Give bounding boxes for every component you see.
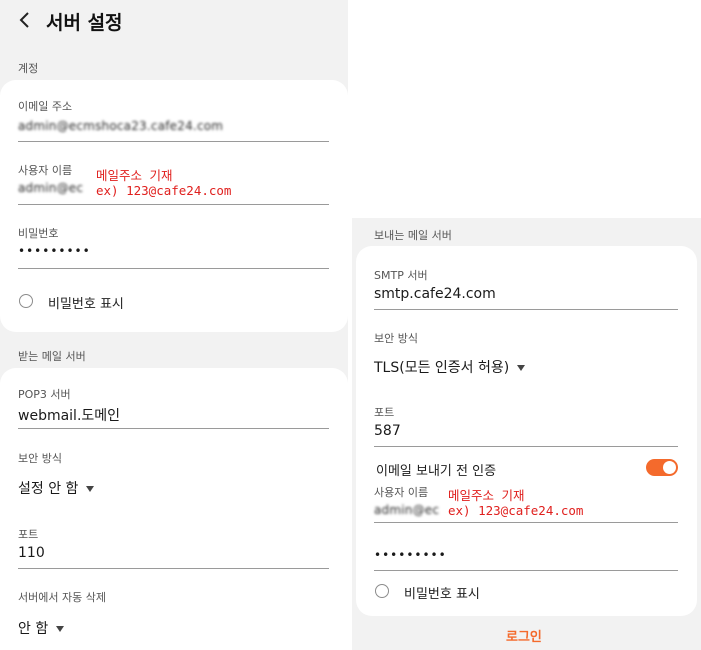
chevron-down-icon (517, 365, 526, 371)
outgoing-card: SMTP 서버 smtp.cafe24.com 보안 방식 TLS(모든 인증서… (356, 246, 697, 616)
outgoing-section-label: 보내는 메일 서버 (374, 229, 452, 242)
right-panel: 보내는 메일 서버 SMTP 서버 smtp.cafe24.com 보안 방식 … (352, 218, 701, 650)
incoming-port-field[interactable]: 110 (18, 545, 45, 561)
password-field[interactable]: ••••••••• (18, 244, 91, 258)
email-label: 이메일 주소 (18, 100, 73, 113)
toggle-knob (663, 461, 676, 474)
pop3-server-label: POP3 서버 (18, 388, 71, 401)
pop3-server-underline (18, 428, 329, 429)
account-card: 이메일 주소 admin@ecmshoca23.cafe24.com 사용자 이… (0, 80, 348, 332)
outgoing-port-field[interactable]: 587 (374, 423, 401, 439)
outgoing-show-password-label[interactable]: 비밀번호 표시 (404, 583, 480, 602)
outgoing-port-label: 포트 (374, 406, 395, 419)
outgoing-port-underline (374, 446, 678, 447)
pop3-server-field[interactable]: webmail.도메인 (18, 405, 120, 425)
outgoing-username-underline (374, 522, 678, 523)
smtp-server-underline (374, 309, 678, 310)
outgoing-username-note-line-2: ex) 123@cafe24.com (448, 503, 584, 518)
auto-delete-select[interactable]: 안 함 (18, 618, 65, 638)
login-button[interactable]: 로그인 (506, 626, 542, 645)
outgoing-password-underline (374, 570, 678, 571)
show-password-radio[interactable] (19, 294, 33, 308)
outgoing-show-password-radio[interactable] (375, 584, 389, 598)
outgoing-security-label: 보안 방식 (374, 332, 418, 345)
back-arrow-icon[interactable] (18, 11, 32, 29)
show-password-label[interactable]: 비밀번호 표시 (48, 293, 124, 312)
incoming-port-underline (18, 568, 329, 569)
outgoing-security-value: TLS(모든 인증서 허용) (374, 360, 510, 376)
smtp-server-field[interactable]: smtp.cafe24.com (374, 286, 496, 302)
incoming-port-label: 포트 (18, 528, 39, 541)
auto-delete-value: 안 함 (18, 621, 49, 637)
chevron-down-icon (86, 486, 95, 492)
username-underline (18, 204, 329, 205)
incoming-section-label: 받는 메일 서버 (18, 350, 86, 363)
password-underline (18, 268, 329, 269)
username-field[interactable]: admin@ec (18, 181, 83, 195)
account-section-label: 계정 (18, 62, 39, 75)
email-underline (18, 141, 329, 142)
outgoing-username-note-line-1: 메일주소 기재 (448, 488, 525, 503)
password-label: 비밀번호 (18, 227, 59, 240)
auth-before-send-toggle[interactable] (646, 459, 678, 476)
email-field[interactable]: admin@ecmshoca23.cafe24.com (18, 119, 223, 133)
incoming-security-value: 설정 안 함 (18, 481, 79, 497)
username-note: 메일주소 기재 ex) 123@cafe24.com (96, 168, 232, 198)
outgoing-username-note: 메일주소 기재 ex) 123@cafe24.com (448, 488, 584, 518)
incoming-security-label: 보안 방식 (18, 452, 62, 465)
outgoing-username-label: 사용자 이름 (374, 486, 429, 499)
username-note-line-2: ex) 123@cafe24.com (96, 183, 232, 198)
smtp-server-label: SMTP 서버 (374, 269, 428, 282)
outgoing-username-field[interactable]: admin@ec (374, 503, 439, 517)
chevron-down-icon (56, 626, 65, 632)
outgoing-security-select[interactable]: TLS(모든 인증서 허용) (374, 357, 526, 377)
outgoing-password-field[interactable]: ••••••••• (374, 548, 447, 562)
username-note-line-1: 메일주소 기재 (96, 168, 173, 183)
incoming-card: POP3 서버 webmail.도메인 보안 방식 설정 안 함 포트 110 … (0, 368, 348, 650)
incoming-security-select[interactable]: 설정 안 함 (18, 478, 95, 498)
auth-before-send-label: 이메일 보내기 전 인증 (376, 464, 497, 479)
left-panel: 서버 설정 계정 이메일 주소 admin@ecmshoca23.cafe24.… (0, 0, 348, 650)
auto-delete-label: 서버에서 자동 삭제 (18, 591, 106, 604)
username-label: 사용자 이름 (18, 164, 73, 177)
page-title: 서버 설정 (46, 12, 123, 34)
